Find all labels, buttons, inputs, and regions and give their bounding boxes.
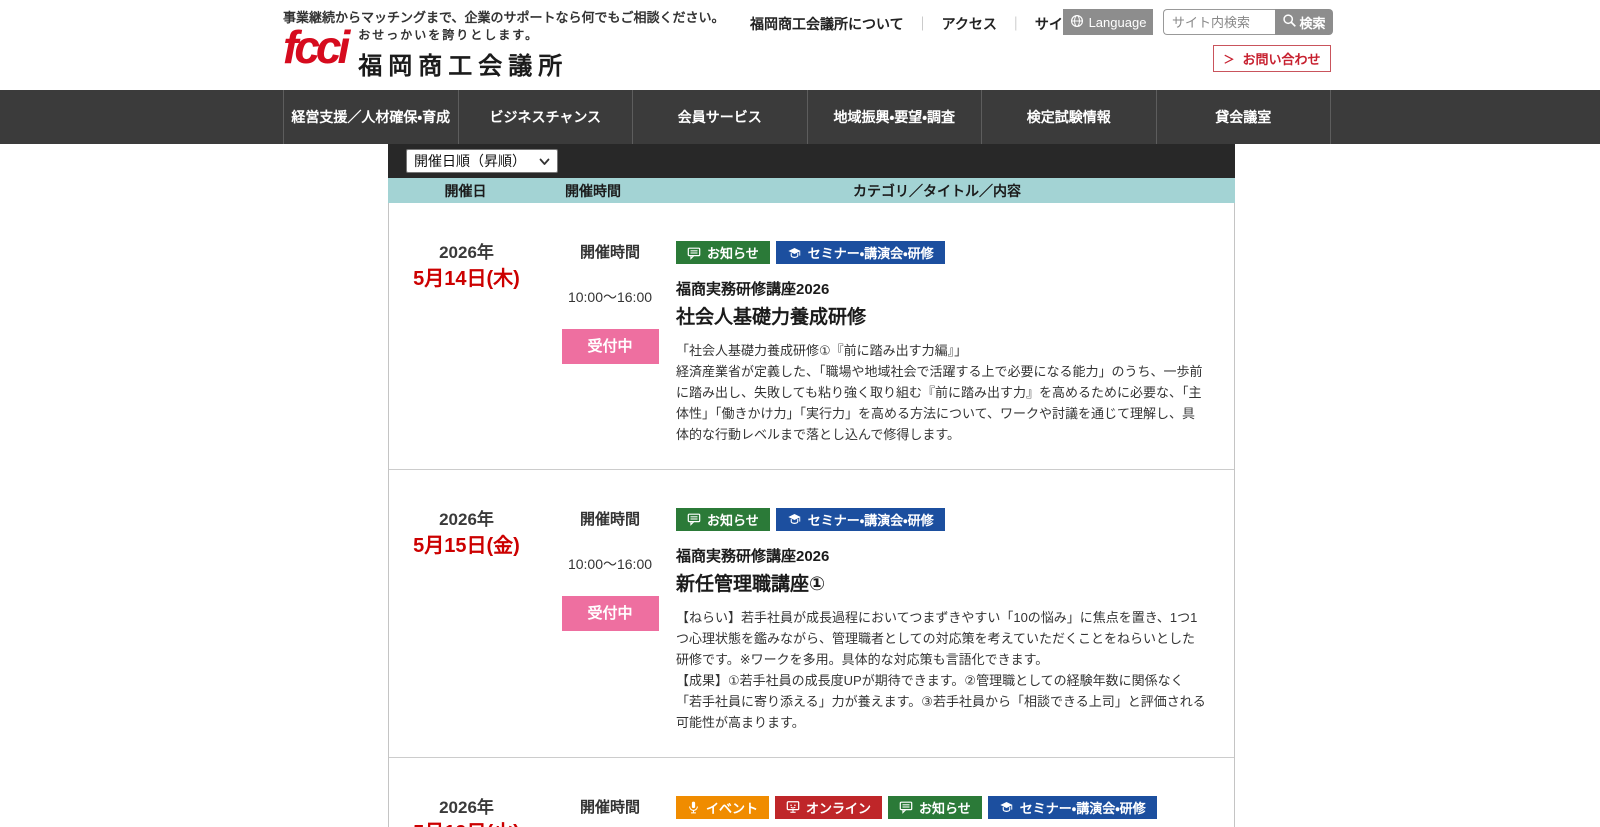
badge-label: オンライン bbox=[806, 800, 872, 816]
category-badges: お知らせ セミナー・講演会・研修 bbox=[676, 507, 1206, 531]
event-time: 開催時間 10:00〜16:00 受付中 bbox=[560, 241, 660, 445]
category-badge-online[interactable]: オンライン bbox=[775, 795, 883, 819]
event-listing: 開催日順（昇順） 開催日 開催時間 カテゴリ／タイトル／内容 2026年 5月1… bbox=[388, 144, 1235, 827]
status-badge: 受付中 bbox=[561, 329, 659, 364]
column-header-time: 開催時間 bbox=[565, 183, 621, 199]
category-badge-seminar[interactable]: セミナー・講演会・研修 bbox=[775, 507, 945, 531]
event-series: 福商実務研修講座2026 bbox=[676, 281, 830, 298]
category-badge-news[interactable]: お知らせ bbox=[888, 795, 982, 819]
status-badge: 受付中 bbox=[561, 595, 659, 631]
event-time: 開催時間 10:00〜16:00 受付中 bbox=[560, 508, 660, 733]
badge-label: イベント bbox=[706, 800, 759, 816]
event-date-day: 5月15日(金) bbox=[413, 534, 520, 557]
event-date-day: 5月14日(木) bbox=[413, 267, 520, 290]
badge-label: お知らせ bbox=[919, 800, 971, 816]
event-date: 2026年 5月14日(木) bbox=[389, 241, 544, 445]
event-series: 福商実務研修講座2026 bbox=[676, 547, 830, 565]
search-button[interactable]: 検索 bbox=[1275, 9, 1333, 35]
event-time-label: 開催時間 bbox=[579, 798, 640, 816]
speech-bubble-icon bbox=[687, 246, 701, 260]
chevron-right-icon: ＞ bbox=[1223, 53, 1235, 66]
event-date-year: 2026年 bbox=[439, 509, 494, 529]
column-header-category: カテゴリ／タイトル／内容 bbox=[853, 183, 1021, 199]
link-about[interactable]: 福岡商工会議所について bbox=[750, 14, 904, 34]
badge-label: お知らせ bbox=[707, 512, 759, 528]
logo-slogan: おせっかいを誇りとします。 bbox=[358, 28, 540, 42]
site-header: 事業継続からマッチングまで、企業のサポートなら何でもご相談ください。 fcci … bbox=[0, 0, 1600, 90]
page: 事業継続からマッチングまで、企業のサポートなら何でもご相談ください。 fcci … bbox=[0, 0, 1600, 827]
event-title[interactable]: 社会人基礎力養成研修 bbox=[676, 305, 1206, 331]
link-access[interactable]: アクセス bbox=[942, 14, 997, 34]
nav-item-rental-rooms[interactable]: 貸会議室 bbox=[1155, 90, 1331, 144]
event-rows: 2026年 5月14日(木) 開催時間 10:00〜16:00 受付中 お知らせ bbox=[388, 203, 1235, 827]
logo[interactable]: fcci おせっかいを誇りとします。 福岡商工会議所 bbox=[283, 24, 568, 81]
speech-bubble-icon bbox=[899, 800, 913, 815]
event-description: 「社会人基礎力養成研修①『前に踏み出す力編』」 経済産業省が定義した、「職場や地… bbox=[676, 342, 1203, 442]
nav-item-member-services[interactable]: 会員サービス bbox=[632, 90, 807, 144]
event-time-label: 開催時間 bbox=[579, 510, 640, 528]
event-time-value: 10:00〜16:00 bbox=[567, 289, 653, 305]
badge-label: セミナー・講演会・研修 bbox=[807, 246, 934, 261]
link-separator: ｜ bbox=[1008, 16, 1023, 32]
category-badge-seminar[interactable]: セミナー・講演会・研修 bbox=[987, 795, 1157, 819]
category-badge-news[interactable]: お知らせ bbox=[676, 241, 770, 264]
magnifier-icon bbox=[1282, 13, 1297, 31]
microphone-icon bbox=[687, 800, 700, 815]
event-date-range: 2026年 5月19日(火) 〜 2026年 5月20日(水) bbox=[389, 796, 544, 827]
event-date-year: 2026年 bbox=[439, 243, 494, 262]
badge-label: お知らせ bbox=[707, 246, 759, 261]
logo-org-name: 福岡商工会議所 bbox=[358, 53, 569, 80]
sort-select-value: 開催日順（昇順） bbox=[414, 153, 526, 169]
category-badge-event[interactable]: イベント bbox=[676, 795, 770, 819]
link-separator: ｜ bbox=[915, 16, 930, 32]
event-main: お知らせ セミナー・講演会・研修 福商実務研修講座2026 新任管理職講座① 【… bbox=[676, 507, 1206, 733]
date-range-separator: 〜 bbox=[454, 792, 480, 827]
site-search: 検索 bbox=[1163, 9, 1333, 35]
search-button-label: 検索 bbox=[1299, 15, 1326, 31]
contact-button[interactable]: ＞ お問い合わせ bbox=[1213, 45, 1331, 72]
table-row: 2026年 5月19日(火) 〜 2026年 5月20日(水) 開催時間 10:… bbox=[389, 758, 1234, 827]
main-nav: 経営支援／人材確保・育成 ビジネスチャンス 会員サービス 地域振興・要望・調査 … bbox=[0, 90, 1600, 144]
nav-item-regional-promotion[interactable]: 地域振興・要望・調査 bbox=[806, 90, 982, 144]
event-date: 2026年 5月15日(金) bbox=[389, 508, 544, 733]
sort-bar: 開催日順（昇順） bbox=[388, 144, 1235, 178]
language-button[interactable]: Language bbox=[1063, 9, 1153, 35]
speech-bubble-icon bbox=[687, 512, 701, 527]
category-badge-seminar[interactable]: セミナー・講演会・研修 bbox=[775, 241, 945, 264]
search-input[interactable] bbox=[1163, 9, 1275, 35]
badge-label: セミナー・講演会・研修 bbox=[1019, 800, 1146, 816]
event-time-label: 開催時間 bbox=[579, 244, 640, 261]
category-badges: お知らせ セミナー・講演会・研修 bbox=[676, 241, 1206, 264]
graduation-cap-icon bbox=[787, 512, 802, 526]
event-time-value: 10:00〜16:00 bbox=[567, 555, 653, 572]
sort-select[interactable]: 開催日順（昇順） bbox=[406, 149, 558, 173]
nav-item-exam-info[interactable]: 検定試験情報 bbox=[981, 90, 1156, 144]
logo-mark: fcci bbox=[283, 21, 350, 73]
event-main: お知らせ セミナー・講演会・研修 福商実務研修講座2026 社会人基礎力養成研修… bbox=[676, 241, 1206, 445]
chevron-down-icon bbox=[539, 153, 550, 169]
category-badge-news[interactable]: お知らせ bbox=[676, 507, 770, 531]
language-button-label: Language bbox=[1088, 14, 1147, 30]
graduation-cap-icon bbox=[787, 246, 802, 260]
graduation-cap-icon bbox=[999, 800, 1014, 814]
category-badges: イベント オンライン お知らせ セミナー・講演会・研修 bbox=[676, 795, 1206, 819]
nav-item-business-chance[interactable]: ビジネスチャンス bbox=[457, 90, 633, 144]
table-header: 開催日 開催時間 カテゴリ／タイトル／内容 bbox=[388, 178, 1235, 203]
event-description: 【ねらい】若手社員が成長過程においてつまずきやすい「10の悩み」に焦点を置き、1… bbox=[676, 609, 1206, 730]
event-time: 開催時間 10:00〜16:00 受付中 bbox=[560, 796, 660, 827]
badge-label: セミナー・講演会・研修 bbox=[807, 512, 934, 528]
nav-item-management-support[interactable]: 経営支援／人材確保・育成 bbox=[283, 90, 458, 144]
column-header-date: 開催日 bbox=[444, 183, 487, 199]
monitor-icon bbox=[786, 800, 800, 814]
table-row: 2026年 5月14日(木) 開催時間 10:00〜16:00 受付中 お知らせ bbox=[389, 203, 1234, 470]
event-title[interactable]: 新任管理職講座① bbox=[676, 572, 1206, 598]
globe-icon bbox=[1070, 14, 1084, 31]
event-main: イベント オンライン お知らせ セミナー・講演会・研修 bbox=[676, 795, 1206, 827]
contact-button-label: お問い合わせ bbox=[1242, 52, 1321, 67]
table-row: 2026年 5月15日(金) 開催時間 10:00〜16:00 受付中 お知らせ bbox=[389, 470, 1234, 758]
